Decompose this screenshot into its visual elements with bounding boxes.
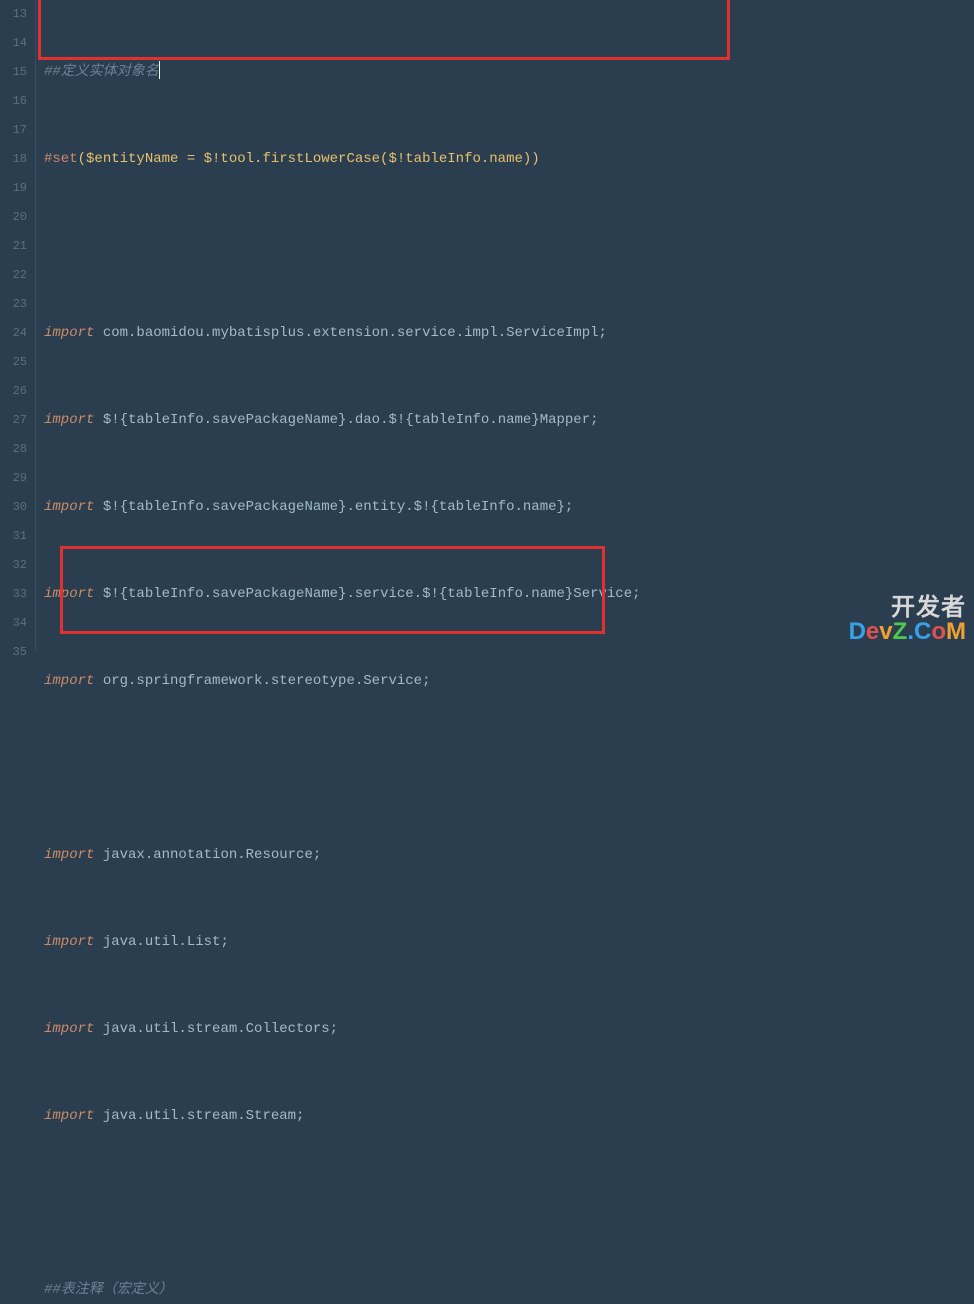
import-path: $!{tableInfo.savePackageName}.entity.$!{… (94, 499, 573, 515)
comment-text: ##定义实体对象名 (44, 64, 159, 80)
import-path: $!{tableInfo.savePackageName}.service.$!… (94, 586, 640, 602)
line-number: 32 (0, 551, 27, 580)
code-line-19: import $!{tableInfo.savePackageName}.ser… (44, 580, 974, 609)
line-number: 31 (0, 522, 27, 551)
watermark: 开发者 DevZ.CoM (849, 596, 966, 644)
line-number: 21 (0, 232, 27, 261)
import-kw: import (44, 412, 94, 428)
line-number: 24 (0, 319, 27, 348)
import-kw: import (44, 847, 94, 863)
code-line-18: import $!{tableInfo.savePackageName}.ent… (44, 493, 974, 522)
watermark-en: DevZ.CoM (849, 620, 966, 644)
code-line-17: import $!{tableInfo.savePackageName}.dao… (44, 406, 974, 435)
import-path: java.util.stream.Collectors; (94, 1021, 338, 1037)
import-kw: import (44, 586, 94, 602)
import-path: javax.annotation.Resource; (94, 847, 321, 863)
line-number: 17 (0, 116, 27, 145)
watermark-cn: 开发者 (849, 596, 966, 620)
import-path: org.springframework.stereotype.Service; (94, 673, 430, 689)
code-line-15 (44, 232, 974, 261)
import-path: java.util.stream.Stream; (94, 1108, 304, 1124)
import-path: $!{tableInfo.savePackageName}.dao.$!{tab… (94, 412, 598, 428)
import-path: com.baomidou.mybatisplus.extension.servi… (94, 325, 606, 341)
line-number: 26 (0, 377, 27, 406)
import-path: java.util.List; (94, 934, 228, 950)
line-number: 16 (0, 87, 27, 116)
line-number-gutter: 1314151617181920212223242526272829303132… (0, 0, 36, 652)
line-number: 29 (0, 464, 27, 493)
line-number: 20 (0, 203, 27, 232)
code-line-27: ##表注释（宏定义） (44, 1276, 974, 1304)
line-number: 30 (0, 493, 27, 522)
code-line-24: import java.util.stream.Collectors; (44, 1015, 974, 1044)
code-area[interactable]: ##定义实体对象名 #set($entityName = $!tool.firs… (36, 0, 974, 652)
line-number: 33 (0, 580, 27, 609)
code-line-22: import javax.annotation.Resource; (44, 841, 974, 870)
comment-text: ##表注释（宏定义） (44, 1282, 173, 1298)
code-line-25: import java.util.stream.Stream; (44, 1102, 974, 1131)
code-line-16: import com.baomidou.mybatisplus.extensio… (44, 319, 974, 348)
code-line-26 (44, 1189, 974, 1218)
line-number: 35 (0, 638, 27, 667)
code-line-21 (44, 754, 974, 783)
import-kw: import (44, 325, 94, 341)
text-cursor (159, 61, 160, 79)
line-number: 23 (0, 290, 27, 319)
line-number: 14 (0, 29, 27, 58)
line-number: 28 (0, 435, 27, 464)
set-expr: ($entityName = $!tool.firstLowerCase($!t… (78, 151, 540, 167)
line-number: 18 (0, 145, 27, 174)
code-line-20: import org.springframework.stereotype.Se… (44, 667, 974, 696)
code-line-13: ##定义实体对象名 (44, 58, 974, 87)
set-directive: #set (44, 151, 78, 167)
line-number: 19 (0, 174, 27, 203)
line-number: 25 (0, 348, 27, 377)
code-editor: 1314151617181920212223242526272829303132… (0, 0, 974, 652)
import-kw: import (44, 673, 94, 689)
line-number: 34 (0, 609, 27, 638)
import-kw: import (44, 499, 94, 515)
code-line-14: #set($entityName = $!tool.firstLowerCase… (44, 145, 974, 174)
line-number: 22 (0, 261, 27, 290)
line-number: 13 (0, 0, 27, 29)
code-line-23: import java.util.List; (44, 928, 974, 957)
line-number: 27 (0, 406, 27, 435)
import-kw: import (44, 1108, 94, 1124)
line-number: 15 (0, 58, 27, 87)
import-kw: import (44, 934, 94, 950)
import-kw: import (44, 1021, 94, 1037)
